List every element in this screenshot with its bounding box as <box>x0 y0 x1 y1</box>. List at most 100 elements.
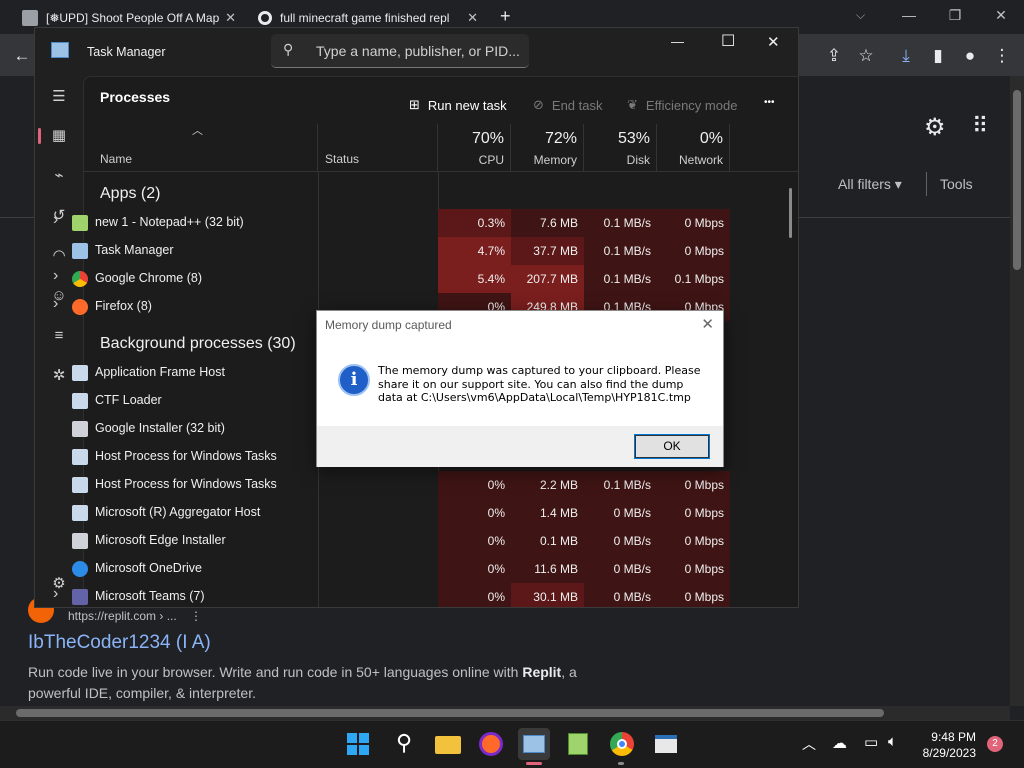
display-icon[interactable]: ▭ <box>864 733 878 751</box>
process-mem-cell: 11.6 MB <box>511 555 584 583</box>
more-options-button[interactable]: ••• <box>764 97 775 108</box>
search-icon: ⚲ <box>283 41 294 57</box>
taskbar-search-icon[interactable]: ⚲ <box>388 728 420 760</box>
dialog-close-button[interactable]: ✕ <box>701 315 714 333</box>
process-row[interactable]: Host Process for Windows Tasks 0% 2.2 MB 0.… <box>35 471 752 499</box>
memory-column-header[interactable]: 72% Memory <box>511 124 584 172</box>
snippet-bold: Replit <box>522 664 562 680</box>
settings-gear-icon[interactable]: ⚙ <box>924 113 946 142</box>
show-hidden-icons-chevron-icon[interactable]: ︿ <box>802 734 816 754</box>
start-tile <box>347 733 357 743</box>
page-vertical-scrollbar[interactable] <box>1010 76 1024 706</box>
expand-chevron-icon[interactable]: › <box>53 585 58 603</box>
network-column-label: Network <box>678 153 723 167</box>
task-manager-app-icon <box>51 42 69 58</box>
scrollbar-thumb[interactable] <box>1013 90 1021 270</box>
process-net-cell: 0 Mbps <box>657 583 730 607</box>
browser-close-button[interactable]: ✕ <box>978 4 1024 28</box>
process-row[interactable]: Task Manager 4.7% 37.7 MB 0.1 MB/s 0 Mbps <box>35 237 752 265</box>
scrollbar-thumb[interactable] <box>16 709 884 717</box>
processes-nav-icon[interactable]: ▦ <box>47 124 71 148</box>
expand-chevron-icon[interactable]: › <box>53 295 58 313</box>
process-row[interactable]: Microsoft OneDrive 0% 11.6 MB 0 MB/s 0 Mbps <box>35 555 752 583</box>
network-column-header[interactable]: 0% Network <box>657 124 730 172</box>
notepad-plus-plus-icon[interactable] <box>562 728 594 760</box>
process-row[interactable]: › Microsoft Teams (7) 0% 30.1 MB 0 MB/s 0 Mbp… <box>35 583 752 607</box>
tm-maximize-button[interactable]: ☐ <box>721 31 735 51</box>
hamburger-menu-icon[interactable]: ☰ <box>47 85 71 109</box>
side-panel-icon[interactable]: ▮ <box>924 42 952 70</box>
network-offline-icon[interactable]: ☁ <box>832 734 847 752</box>
process-row[interactable]: › new 1 - Notepad++ (32 bit) 0.3% 7.6 MB 0.1… <box>35 209 752 237</box>
file-explorer-icon[interactable] <box>432 728 464 760</box>
running-app-indicator <box>618 762 624 765</box>
performance-nav-icon[interactable]: ⌁ <box>47 164 71 188</box>
expand-chevron-icon[interactable]: › <box>53 211 58 229</box>
download-icon[interactable]: ⤓ <box>892 42 920 70</box>
process-mem-cell: 207.7 MB <box>511 265 584 293</box>
notepad-plus-plus-icon <box>72 215 88 231</box>
process-cpu-cell: 4.7% <box>438 237 511 265</box>
host-process-icon <box>72 477 88 493</box>
status-column-header[interactable]: Status <box>318 124 438 172</box>
tm-search-box[interactable]: ⚲ Type a name, publisher, or PID... <box>271 34 529 68</box>
process-row[interactable]: Microsoft Edge Installer 0% 0.1 MB 0 MB/s 0 … <box>35 527 752 555</box>
volume-icon[interactable]: 🔈︎ <box>888 733 897 750</box>
process-row[interactable]: › Google Chrome (8) 5.4% 207.7 MB 0.1 MB/s 0.… <box>35 265 752 293</box>
process-disk-cell: 0.1 MB/s <box>584 471 657 499</box>
result-url[interactable]: https://replit.com › ... ⋮ <box>68 609 202 623</box>
result-url-text: https://replit.com › ... <box>68 609 177 623</box>
apps-grid-icon[interactable]: ⠿ <box>972 113 988 139</box>
process-net-cell: 0 Mbps <box>657 527 730 555</box>
back-arrow-icon[interactable]: ← <box>8 42 36 70</box>
edge-installer-icon <box>72 533 88 549</box>
close-tab-icon[interactable]: ✕ <box>467 10 478 26</box>
process-row[interactable]: Microsoft (R) Aggregator Host 0% 1.4 MB 0 M… <box>35 499 752 527</box>
tm-minimize-button[interactable]: — <box>671 34 684 49</box>
page-horizontal-scrollbar[interactable] <box>0 706 1010 720</box>
apps-group-header[interactable]: Apps (2) <box>100 185 160 203</box>
chrome-icon[interactable] <box>606 728 638 760</box>
cpu-column-header[interactable]: 70% CPU <box>438 124 511 172</box>
close-tab-icon[interactable]: ✕ <box>225 10 236 26</box>
all-filters-button[interactable]: All filters ▾ <box>838 176 902 193</box>
start-tile <box>347 745 357 755</box>
expand-chevron-icon[interactable]: › <box>53 267 58 285</box>
browser-minimize-button[interactable]: — <box>886 4 932 28</box>
ok-button[interactable]: OK <box>634 434 710 459</box>
efficiency-mode-button[interactable]: ❦ Efficiency mode <box>627 97 737 113</box>
task-manager-taskbar-icon[interactable] <box>518 728 550 760</box>
teams-icon <box>72 589 88 605</box>
disk-total-percent: 53% <box>617 130 650 147</box>
result-title-link[interactable]: IbTheCoder1234 (I A) <box>28 632 211 654</box>
google-installer-icon <box>72 421 88 437</box>
start-windows-icon[interactable] <box>342 728 374 760</box>
end-task-button[interactable]: ⊘ End task <box>533 97 603 113</box>
browser-restore-button[interactable]: ❐ <box>932 4 978 28</box>
system-clock[interactable]: 9:48 PM 8/29/2023 <box>906 729 976 761</box>
share-icon[interactable]: ⇪ <box>820 42 848 70</box>
background-group-header[interactable]: Background processes (30) <box>100 335 296 353</box>
tm-close-button[interactable]: ✕ <box>767 33 780 51</box>
tab-search-chevron-icon[interactable]: ⌵ <box>856 8 865 23</box>
notification-badge[interactable]: 2 <box>987 736 1003 752</box>
tools-button[interactable]: Tools <box>940 176 973 192</box>
google-favicon-icon <box>258 11 272 25</box>
name-column-header[interactable]: Name <box>83 124 318 172</box>
bookmark-star-icon[interactable]: ☆ <box>852 42 880 70</box>
firefox-icon[interactable] <box>475 728 507 760</box>
new-tab-button[interactable]: + <box>500 6 511 27</box>
name-column-label: Name <box>100 152 133 166</box>
run-new-task-button[interactable]: ⊞ Run new task <box>409 97 507 113</box>
process-name: Task Manager <box>95 243 174 257</box>
profile-avatar-icon[interactable]: ● <box>956 42 984 70</box>
application-window-icon[interactable] <box>650 728 682 760</box>
tm-scrollbar-thumb[interactable] <box>789 188 792 238</box>
details-nav-icon[interactable]: ≡ <box>47 324 71 348</box>
process-name: CTF Loader <box>95 393 162 407</box>
task-manager-icon <box>72 243 88 259</box>
tm-titlebar: Task Manager ⚲ Type a name, publisher, o… <box>35 28 798 76</box>
disk-column-header[interactable]: 53% Disk <box>584 124 657 172</box>
browser-menu-icon[interactable]: ⋮ <box>988 42 1016 70</box>
process-name: new 1 - Notepad++ (32 bit) <box>95 215 244 229</box>
